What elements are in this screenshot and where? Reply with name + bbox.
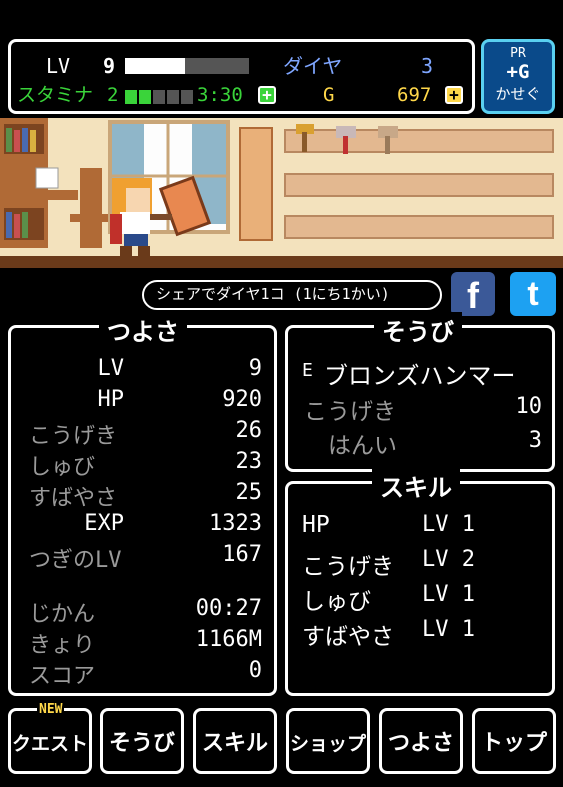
strength-label: EXP: [84, 511, 124, 536]
status-panel: LV 9 ダイヤ 3 スタミナ 2 3:30 + G 697 +: [8, 39, 475, 114]
skill-level: LV 1: [422, 512, 475, 537]
skill-level: LV 2: [422, 547, 475, 572]
equip-panel: そうび E ブロンズハンマー こうげき 10 はんい 3: [285, 312, 555, 472]
share-banner[interactable]: シェアでダイヤ1コ (1にち1かい): [142, 280, 442, 310]
exp-bar: [125, 58, 249, 74]
strength-label: スコア: [29, 664, 96, 689]
stamina-pip: [181, 90, 193, 104]
stamina-pip: [153, 90, 165, 104]
stamina-pip: [125, 90, 137, 104]
strength-label: じかん: [29, 602, 96, 627]
strength-label: しゅび: [29, 455, 96, 480]
strength-value: 25: [235, 480, 263, 505]
strength-value: 23: [235, 449, 263, 474]
strength-label: きょり: [29, 633, 96, 658]
nav-label: そうび: [108, 731, 175, 756]
nav-equip-button[interactable]: そうび: [100, 708, 184, 774]
equip-item-name: ブロンズハンマー: [324, 362, 516, 390]
pr-label: PR: [510, 46, 526, 61]
nav-strength-button[interactable]: つよさ: [379, 708, 463, 774]
strength-value: 920: [222, 387, 262, 412]
stamina-pip: [139, 90, 151, 104]
equip-title: そうび: [374, 312, 462, 347]
stamina-timer: 3:30: [197, 84, 243, 106]
equip-attack-label: こうげき: [304, 399, 396, 425]
stamina-gauge: [125, 90, 193, 104]
skill-name: こうげき: [302, 554, 394, 580]
lv-label: LV: [46, 54, 71, 78]
nav-label: ショップ: [289, 733, 366, 755]
share-text: シェアでダイヤ1コ (1にち1かい): [156, 285, 390, 303]
exp-bar-fill: [125, 58, 185, 74]
strength-panel: つよさ LV 9 HP 920 こうげき 26 しゅび 23 すばやさ 25 EXP 1323 つぎのL…: [8, 312, 277, 696]
strength-label: つぎのLV: [29, 548, 122, 573]
pr-earn-label: かせぐ: [495, 85, 541, 103]
strength-label: すばやさ: [29, 486, 118, 511]
facebook-icon: f: [467, 275, 479, 316]
nav-top-button[interactable]: トップ: [472, 708, 556, 774]
strength-value: 167: [222, 542, 262, 567]
equip-range-label: はんい: [328, 433, 397, 459]
pr-gold-label: +G: [506, 61, 530, 83]
nav-quest-button[interactable]: クエスト NEW: [8, 703, 92, 774]
gold-label: G: [323, 84, 335, 106]
twitter-button[interactable]: t: [510, 272, 556, 316]
skill-name: しゅび: [302, 589, 371, 615]
strength-label: LV: [97, 356, 125, 381]
stamina-value: 2: [107, 84, 119, 106]
pr-earn-gold-button[interactable]: PR +G かせぐ: [481, 39, 555, 114]
room-illustration: [0, 118, 563, 268]
skill-title: スキル: [372, 468, 460, 503]
twitter-icon: t: [527, 275, 539, 313]
game-scene: [0, 118, 563, 268]
nav-label: つよさ: [387, 731, 454, 756]
equip-range-value: 3: [528, 428, 542, 453]
nav-label: クエスト: [11, 733, 88, 755]
nav-label: トップ: [480, 731, 547, 756]
dia-label: ダイヤ: [283, 54, 343, 78]
strength-title: つよさ: [99, 312, 187, 347]
nav-label: スキル: [201, 731, 268, 756]
nav-shop-button[interactable]: ショップ: [286, 708, 370, 774]
nav-skill-button[interactable]: スキル: [193, 708, 277, 774]
strength-value: 00:27: [195, 596, 262, 621]
strength-value: 26: [235, 418, 263, 443]
equip-prefix: E: [302, 360, 313, 381]
stamina-label: スタミナ: [17, 84, 94, 106]
dia-value: 3: [421, 54, 434, 78]
strength-value: 1166M: [195, 627, 262, 652]
strength-label: HP: [97, 387, 125, 412]
new-badge: NEW: [37, 702, 65, 717]
skill-name: HP: [302, 512, 330, 538]
stamina-plus-button[interactable]: +: [258, 86, 276, 104]
skill-panel: スキル HP LV 1 こうげき LV 2 しゅび LV 1 すばやさ LV 1: [285, 468, 555, 696]
lv-value: 9: [103, 54, 116, 78]
strength-value: 9: [248, 356, 262, 381]
facebook-button[interactable]: f: [451, 272, 495, 316]
skill-name: すばやさ: [302, 624, 394, 650]
equip-attack-value: 10: [515, 394, 543, 419]
stamina-pip: [167, 90, 179, 104]
gold-plus-button[interactable]: +: [445, 86, 463, 104]
skill-level: LV 1: [422, 582, 475, 607]
gold-value: 697: [397, 84, 432, 106]
strength-label: こうげき: [29, 424, 118, 449]
strength-value: 0: [248, 658, 262, 683]
strength-value: 1323: [209, 511, 262, 536]
skill-level: LV 1: [422, 617, 475, 642]
